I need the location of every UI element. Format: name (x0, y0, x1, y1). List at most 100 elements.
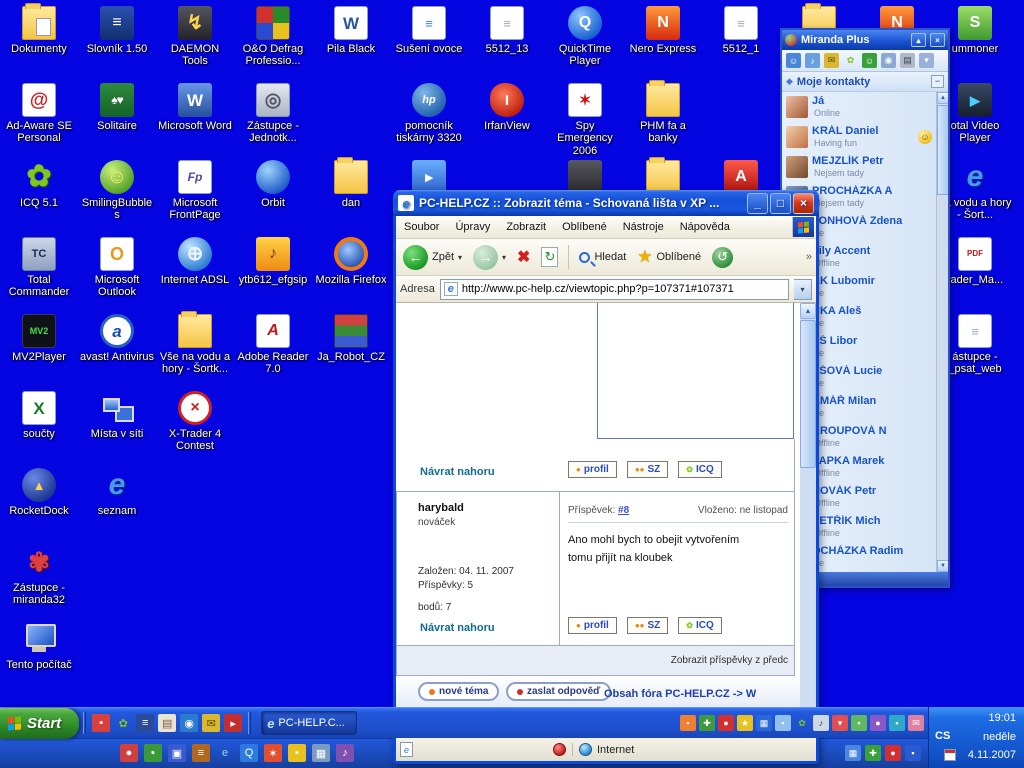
desktop-icon-irfanview[interactable]: IIrfanView (468, 83, 546, 132)
miranda-scroll-up-icon[interactable]: ▲ (937, 92, 948, 104)
desktop-icon-mv2player[interactable]: MV2MV2Player (0, 314, 78, 363)
desktop-icon-pomocník-tiskárny-3320[interactable]: hppomocník tiskárny 3320 (390, 83, 468, 145)
scroll-up-icon[interactable]: ▲ (800, 303, 816, 319)
contact-group-header[interactable]: ◆ Moje kontakty − (782, 72, 948, 92)
back-button[interactable]: ← Zpět ▾ (400, 243, 465, 272)
tray-media-icon[interactable]: ● (870, 715, 886, 731)
desktop-icon-microsoft-frontpage[interactable]: FpMicrosoft FrontPage (156, 160, 234, 222)
desktop-icon-quicktime-player[interactable]: QQuickTime Player (546, 6, 624, 68)
tray2-blue-icon[interactable]: ▪ (905, 745, 921, 761)
clock-area[interactable]: CS 19:01 neděle 4.11.2007 (928, 707, 1024, 768)
forward-dropdown-icon[interactable]: ▾ (502, 253, 506, 262)
mtb-search-icon[interactable]: ◉ (881, 53, 896, 68)
desktop-icon-zástupce---jednotk...[interactable]: ◎Zástupce - Jednotk... (234, 83, 312, 145)
tray-scheduler-icon[interactable]: ▪ (889, 715, 905, 731)
tray-network-icon[interactable]: ▦ (756, 715, 772, 731)
desktop-icon-adobe-reader-7.0[interactable]: AAdobe Reader 7.0 (234, 314, 312, 376)
desktop-icon-zástupce---miranda32[interactable]: ✾Zástupce - miranda32 (0, 545, 78, 607)
bar-green-icon[interactable]: ▪ (144, 744, 162, 762)
desktop-icon-solitaire[interactable]: ♠♥Solitaire (78, 83, 156, 132)
launch-icq-icon[interactable]: ✿ (114, 714, 132, 732)
bar-music-icon[interactable]: ♪ (336, 744, 354, 762)
desktop-icon-slovník-1.50[interactable]: ≡Slovník 1.50 (78, 6, 156, 55)
address-input[interactable]: e http://www.pc-help.cz/viewtopic.php?p=… (440, 279, 789, 300)
address-dropdown-icon[interactable]: ▾ (794, 279, 812, 300)
desktop-icon-místa-v-síti[interactable]: Místa v síti (78, 391, 156, 440)
menu-úpravy[interactable]: Úpravy (455, 221, 490, 233)
back-dropdown-icon[interactable]: ▾ (458, 253, 462, 262)
profil-button[interactable]: ●profil (568, 461, 617, 478)
bar-yellow-icon[interactable]: ▪ (288, 744, 306, 762)
menu-zobrazit[interactable]: Zobrazit (506, 221, 546, 233)
tray-display-icon[interactable]: ▪ (775, 715, 791, 731)
group-collapse-icon[interactable]: − (931, 75, 944, 88)
favorites-button[interactable]: ★ Oblíbené (634, 245, 704, 269)
menu-nápověda[interactable]: Nápověda (680, 221, 730, 233)
start-button[interactable]: Start (0, 708, 79, 739)
ie-titlebar[interactable]: e PC-HELP.CZ :: Zobrazit téma - Schovaná… (393, 190, 819, 216)
close-button[interactable]: × (793, 193, 814, 214)
forward-button[interactable]: → ▾ (470, 243, 509, 272)
history-button[interactable]: ↺ (709, 245, 736, 270)
mtb-status-icon[interactable]: ☺ (862, 53, 877, 68)
desktop-icon-5512_1[interactable]: ≡5512_1 (702, 6, 780, 55)
tray-volume-icon[interactable]: ♪ (813, 715, 829, 731)
miranda-collapse-button[interactable]: ▴ (911, 33, 926, 47)
tray2-alert-icon[interactable]: ● (885, 745, 901, 761)
desktop-icon-microsoft-outlook[interactable]: OMicrosoft Outlook (78, 237, 156, 299)
sz-button[interactable]: ●●SZ (627, 617, 668, 634)
profil-button[interactable]: ●profil (568, 617, 617, 634)
launch-player-icon[interactable]: ▸ (224, 714, 242, 732)
contact-král-daniel[interactable]: KRÁL DanielHaving fun☺ (782, 122, 936, 152)
desktop-icon-x-trader-4-contest[interactable]: ×X-Trader 4 Contest (156, 391, 234, 453)
bar-floppy-icon[interactable]: ▣ (168, 744, 186, 762)
tray-icq-icon[interactable]: ✿ (794, 715, 810, 731)
forum-breadcrumb[interactable]: Obsah fóra PC-HELP.CZ -> W (604, 688, 756, 700)
desktop-icon-orbit[interactable]: Orbit (234, 160, 312, 209)
desktop-icon-pila-black[interactable]: WPila Black (312, 6, 390, 55)
tray-download-icon[interactable]: ▾ (832, 715, 848, 731)
desktop-icon-daemon-tools[interactable]: ↯DAEMON Tools (156, 6, 234, 68)
bar-star-icon[interactable]: ✶ (264, 744, 282, 762)
desktop-icon-microsoft-word[interactable]: WMicrosoft Word (156, 83, 234, 132)
icq-button[interactable]: ✿ICQ (678, 617, 721, 634)
launch-media-icon[interactable]: ▪ (92, 714, 110, 732)
icq-button[interactable]: ✿ICQ (678, 461, 721, 478)
tray2-network-icon[interactable]: ▦ (845, 745, 861, 761)
bar-book-icon[interactable]: ≡ (192, 744, 210, 762)
scroll-thumb[interactable] (800, 320, 816, 468)
mtb-sound-icon[interactable]: ♪ (805, 53, 820, 68)
desktop-icon-součty[interactable]: Xsoučty (0, 391, 78, 440)
launch-mail-icon[interactable]: ✉ (202, 714, 220, 732)
bar-pill-icon[interactable]: ● (120, 744, 138, 762)
bar-photos-icon[interactable]: ▦ (312, 744, 330, 762)
bar-quicktime-icon[interactable]: Q (240, 744, 258, 762)
desktop-icon-nero-express[interactable]: NNero Express (624, 6, 702, 55)
desktop-icon-5512_13[interactable]: ≡5512_13 (468, 6, 546, 55)
desktop-icon-smilingbubbles[interactable]: ☺SmilingBubbles (78, 160, 156, 222)
desktop-icon-mozilla-firefox[interactable]: Mozilla Firefox (312, 237, 390, 286)
scrollbar[interactable]: ▲ ▼ (800, 303, 816, 737)
taskbar-task-pchelp[interactable]: e PC-HELP.C... (261, 711, 357, 735)
back-to-top-link-2[interactable]: Návrat nahoru (420, 622, 495, 634)
desktop-icon-icq-5.1[interactable]: ✿ICQ 5.1 (0, 160, 78, 209)
desktop-icon-seznam[interactable]: eseznam (78, 468, 156, 517)
tray-update-icon[interactable]: ▪ (680, 715, 696, 731)
desktop-icon-total-commander[interactable]: TCTotal Commander (0, 237, 78, 299)
tray-mail-icon[interactable]: ✉ (908, 715, 924, 731)
miranda-scrollbar[interactable]: ▲ ▼ (936, 92, 948, 572)
miranda-titlebar[interactable]: Miranda Plus ▴ × (782, 30, 948, 50)
tray-sync-icon[interactable]: ▪ (851, 715, 867, 731)
desktop-icon-ytb612_efgsip[interactable]: ♪ytb612_efgsip (234, 237, 312, 286)
post-number-link[interactable]: #8 (618, 505, 629, 516)
language-indicator[interactable]: CS (935, 730, 950, 742)
desktop-icon-phm-fa-a-banky[interactable]: PHM fa a banky (624, 83, 702, 145)
miranda-scroll-thumb[interactable] (937, 105, 948, 195)
stop-button[interactable]: ✖ (514, 245, 533, 269)
bar-ie-icon[interactable]: e (216, 744, 234, 762)
menu-nástroje[interactable]: Nástroje (623, 221, 664, 233)
desktop-icon-avast!-antivirus[interactable]: aavast! Antivirus (78, 314, 156, 363)
toolbar-grip[interactable] (83, 712, 86, 734)
tray2-green-icon[interactable]: ✚ (865, 745, 881, 761)
desktop-icon-dan[interactable]: dan (312, 160, 390, 209)
